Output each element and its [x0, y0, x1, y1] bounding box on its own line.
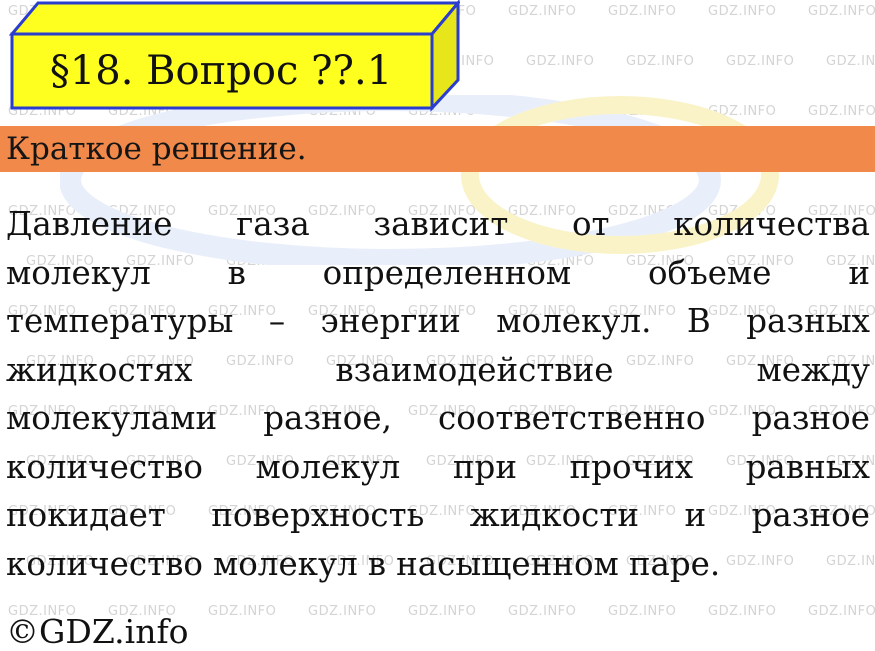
word: молекул: [255, 447, 401, 486]
word: разное: [751, 496, 870, 534]
watermark-text: GDZ.INFO: [608, 604, 677, 619]
word: разное,: [263, 399, 392, 437]
word: количество: [6, 544, 203, 583]
watermark-text: GDZ.INFO: [608, 4, 677, 19]
word: жидкостях: [6, 350, 193, 389]
subheading-band: Краткое решение.: [0, 126, 875, 172]
word: насыщенном: [396, 544, 619, 583]
page-title: §18. Вопрос ??.1: [49, 48, 393, 94]
word: энергии: [320, 302, 461, 340]
watermark-text: GDZ.INFO: [508, 4, 577, 19]
word: разных: [746, 302, 870, 340]
text-line: молекул в определенном объеме и: [6, 249, 870, 298]
watermark-text: GDZ.INFO: [708, 604, 777, 619]
word: зависит: [373, 205, 509, 243]
watermark-text: GDZ.INFO: [308, 604, 377, 619]
watermark-text: GDZ.INFO: [726, 54, 795, 69]
word: от: [571, 205, 610, 243]
watermark-text: GDZ.INFO: [808, 604, 875, 619]
word: в: [367, 544, 387, 583]
word: температуры: [6, 302, 234, 340]
word: и: [848, 253, 870, 292]
word: взаимодействие: [335, 350, 614, 389]
word: молекул: [212, 544, 358, 583]
word: соответственно: [438, 399, 706, 437]
word: и: [684, 496, 707, 534]
text-line: температуры – энергии молекул. Вразных: [6, 297, 870, 346]
title-banner: §18. Вопрос ??.1: [0, 0, 460, 112]
text-line: покидает поверхность жидкости и разное: [6, 491, 870, 540]
word: молекул.: [496, 302, 652, 340]
text-line: количество молекул при прочих равных: [6, 443, 870, 492]
word: объеме: [647, 253, 772, 292]
word: прочих: [569, 447, 694, 486]
word: количества: [673, 205, 870, 243]
watermark-text: GDZ.INFO: [826, 54, 875, 69]
text-line: молекулами разное, соответственно разное: [6, 394, 870, 443]
watermark-text: GDZ.INFO: [626, 54, 695, 69]
word: Давление: [6, 205, 173, 243]
watermark-text: GDZ.INFO: [708, 4, 777, 19]
word: покидает: [6, 496, 166, 534]
answer-paragraph: Давление газа зависит от количества молекул в о…: [6, 200, 870, 588]
watermark-text: GDZ.INFO: [808, 4, 875, 19]
word: в: [227, 253, 246, 292]
word: равных: [745, 447, 870, 486]
word: между: [756, 350, 870, 389]
word: паре.: [628, 544, 721, 583]
word: газа: [236, 205, 310, 243]
text-line: жидкостях взаимодействие между: [6, 346, 870, 395]
word: при: [452, 447, 517, 486]
text-line: Давление газа зависит от количества: [6, 200, 870, 249]
watermark-text: GDZ.INFO: [526, 54, 595, 69]
watermark-text: GDZ.INFO: [508, 604, 577, 619]
word: разное: [751, 399, 870, 437]
word: жидкости: [469, 496, 640, 534]
word: определенном: [322, 253, 572, 292]
word: поверхность: [211, 496, 425, 534]
word: В: [686, 302, 711, 340]
word: –: [268, 302, 286, 340]
page: GDZ.INFO GDZ.INFO GDZ.INFO GDZ.INFO GDZ.INFO…: [0, 0, 875, 651]
watermark-text: GDZ.INFO: [208, 604, 277, 619]
text-line: количество молекул в насыщенном паре.: [6, 540, 870, 589]
watermark-text: GDZ.INFO: [408, 604, 477, 619]
word: количество: [6, 447, 203, 486]
word: молекул: [6, 253, 151, 292]
word: молекулами: [6, 399, 218, 437]
copyright-text: ©GDZ.info: [6, 612, 189, 651]
subheading: Краткое решение.: [6, 131, 307, 167]
